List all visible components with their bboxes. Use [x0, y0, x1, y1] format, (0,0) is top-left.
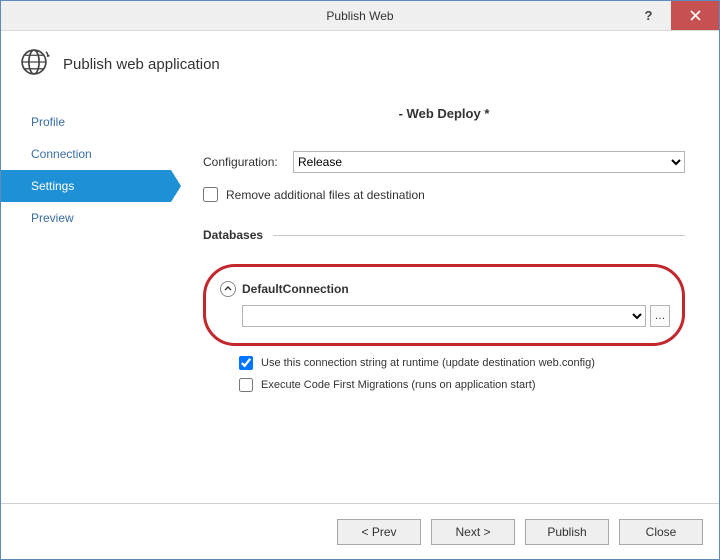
window-controls: ? — [626, 1, 719, 30]
use-runtime-label: Use this connection string at runtime (u… — [261, 357, 595, 369]
code-first-checkbox[interactable] — [239, 378, 253, 392]
chevron-up-icon — [224, 285, 232, 293]
sidebar-item-label: Settings — [31, 179, 74, 193]
use-runtime-row: Use this connection string at runtime (u… — [239, 356, 685, 370]
configuration-select[interactable]: Release — [293, 151, 685, 173]
remove-files-row: Remove additional files at destination — [203, 187, 685, 202]
close-button[interactable]: Close — [619, 519, 703, 545]
window-title: Publish Web — [1, 9, 719, 23]
dialog-header: Publish web application — [1, 31, 719, 106]
help-button[interactable]: ? — [626, 1, 671, 30]
publish-button[interactable]: Publish — [525, 519, 609, 545]
next-button[interactable]: Next > — [431, 519, 515, 545]
sidebar-item-connection[interactable]: Connection — [1, 138, 171, 170]
sidebar-item-label: Preview — [31, 211, 74, 225]
connection-string-row: … — [242, 305, 670, 327]
prev-button[interactable]: < Prev — [337, 519, 421, 545]
close-icon — [690, 10, 701, 21]
settings-panel: - Web Deploy * Configuration: Release Re… — [171, 106, 719, 503]
dialog-body: Profile Connection Settings Preview - We… — [1, 106, 719, 503]
connection-name: DefaultConnection — [242, 282, 349, 296]
connection-string-browse-button[interactable]: … — [650, 305, 670, 327]
publish-web-dialog: Publish Web ? Publish web application Pr… — [0, 0, 720, 560]
dialog-footer: < Prev Next > Publish Close — [1, 503, 719, 559]
code-first-label: Execute Code First Migrations (runs on a… — [261, 379, 536, 391]
globe-icon — [17, 45, 51, 84]
sidebar-item-label: Profile — [31, 115, 65, 129]
dialog-title: Publish web application — [63, 56, 220, 73]
sidebar-item-preview[interactable]: Preview — [1, 202, 171, 234]
databases-heading: Databases — [203, 228, 263, 242]
use-runtime-checkbox[interactable] — [239, 356, 253, 370]
connection-string-select[interactable] — [242, 305, 646, 327]
default-connection-header: DefaultConnection — [220, 281, 670, 297]
sidebar-item-settings[interactable]: Settings — [1, 170, 171, 202]
configuration-row: Configuration: Release — [203, 151, 685, 173]
remove-files-label: Remove additional files at destination — [226, 188, 425, 202]
sidebar-item-label: Connection — [31, 147, 92, 161]
highlight-ring: DefaultConnection … — [203, 264, 685, 346]
databases-section-header: Databases — [203, 228, 685, 242]
deploy-method-label: - Web Deploy * — [203, 106, 685, 121]
section-divider — [273, 235, 685, 236]
sidebar-item-profile[interactable]: Profile — [1, 106, 171, 138]
close-window-button[interactable] — [671, 1, 719, 30]
sidebar-nav: Profile Connection Settings Preview — [1, 106, 171, 503]
code-first-row: Execute Code First Migrations (runs on a… — [239, 378, 685, 392]
remove-files-checkbox[interactable] — [203, 187, 218, 202]
configuration-label: Configuration: — [203, 155, 293, 169]
collapse-toggle[interactable] — [220, 281, 236, 297]
titlebar: Publish Web ? — [1, 1, 719, 31]
